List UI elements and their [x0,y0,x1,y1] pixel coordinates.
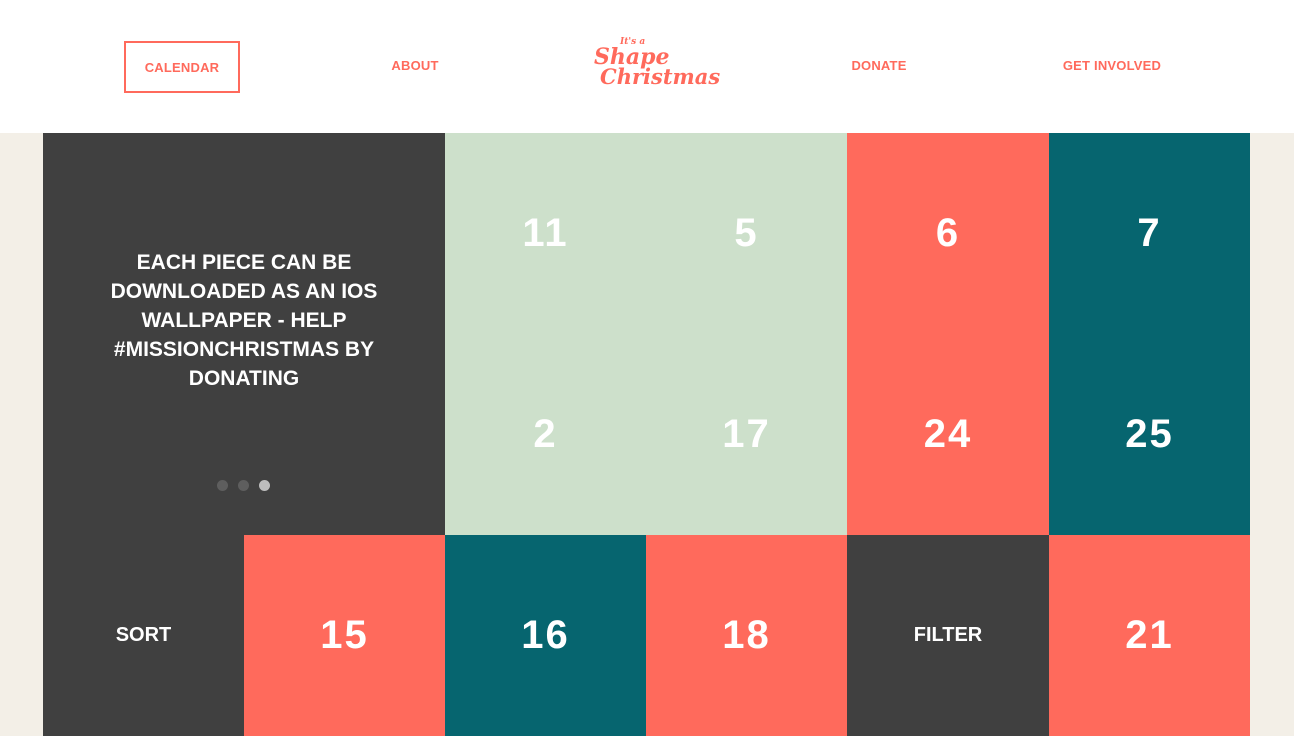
tile-number: 6 [935,211,961,255]
tile-number: 24 [923,412,973,456]
calendar-tile[interactable]: 18 [646,535,847,736]
logo-line-3: Christmas [600,64,721,89]
nav-calendar-link[interactable]: CALENDAR [124,41,240,93]
tile-number: 25 [1125,412,1174,456]
tile-number: 18 [722,613,771,657]
site-logo[interactable]: It's a Shape Christmas [582,36,720,94]
sort-button[interactable]: SORT [43,535,244,736]
filter-label: FILTER [913,624,983,646]
tile-number: 11 [522,211,569,255]
nav-get-involved-link[interactable]: GET INVOLVED [1050,41,1174,89]
calendar-tile[interactable]: 2 [445,334,646,535]
calendar-tile[interactable]: 6 [847,133,1049,334]
calendar-tile[interactable]: 17 [646,334,847,535]
calendar-tile[interactable]: 15 [244,535,445,736]
calendar-tile[interactable]: 21 [1049,535,1250,736]
nav-donate-link[interactable]: DONATE [834,41,924,89]
tile-number: 2 [533,412,558,456]
calendar-tile[interactable]: 11 [445,133,646,334]
filter-button[interactable]: FILTER [847,535,1049,736]
tile-number: 21 [1125,613,1174,657]
calendar-tile[interactable]: 16 [445,535,646,736]
site-header: CALENDAR ABOUT It's a Shape Christmas DO… [0,0,1294,133]
tile-number: 15 [320,613,369,657]
tile-number: 5 [734,211,759,255]
calendar-tile[interactable]: 5 [646,133,847,334]
sort-label: SORT [115,624,172,646]
calendar-grid: EACH PIECE CAN BE DOWNLOADED AS AN IOS W… [43,133,1250,736]
carousel-dot-2[interactable] [238,480,249,491]
nav-about-link[interactable]: ABOUT [370,41,460,89]
info-panel: EACH PIECE CAN BE DOWNLOADED AS AN IOS W… [43,133,445,535]
tile-number: 16 [521,613,570,657]
calendar-tile[interactable]: 24 [847,334,1049,535]
info-text: EACH PIECE CAN BE DOWNLOADED AS AN IOS W… [110,251,378,390]
carousel-dots [217,480,270,491]
calendar-tile[interactable]: 7 [1049,133,1250,334]
carousel-dot-3[interactable] [259,480,270,491]
carousel-dot-1[interactable] [217,480,228,491]
calendar-tile[interactable]: 25 [1049,334,1250,535]
tile-number: 7 [1137,211,1162,255]
tile-number: 17 [722,412,771,456]
